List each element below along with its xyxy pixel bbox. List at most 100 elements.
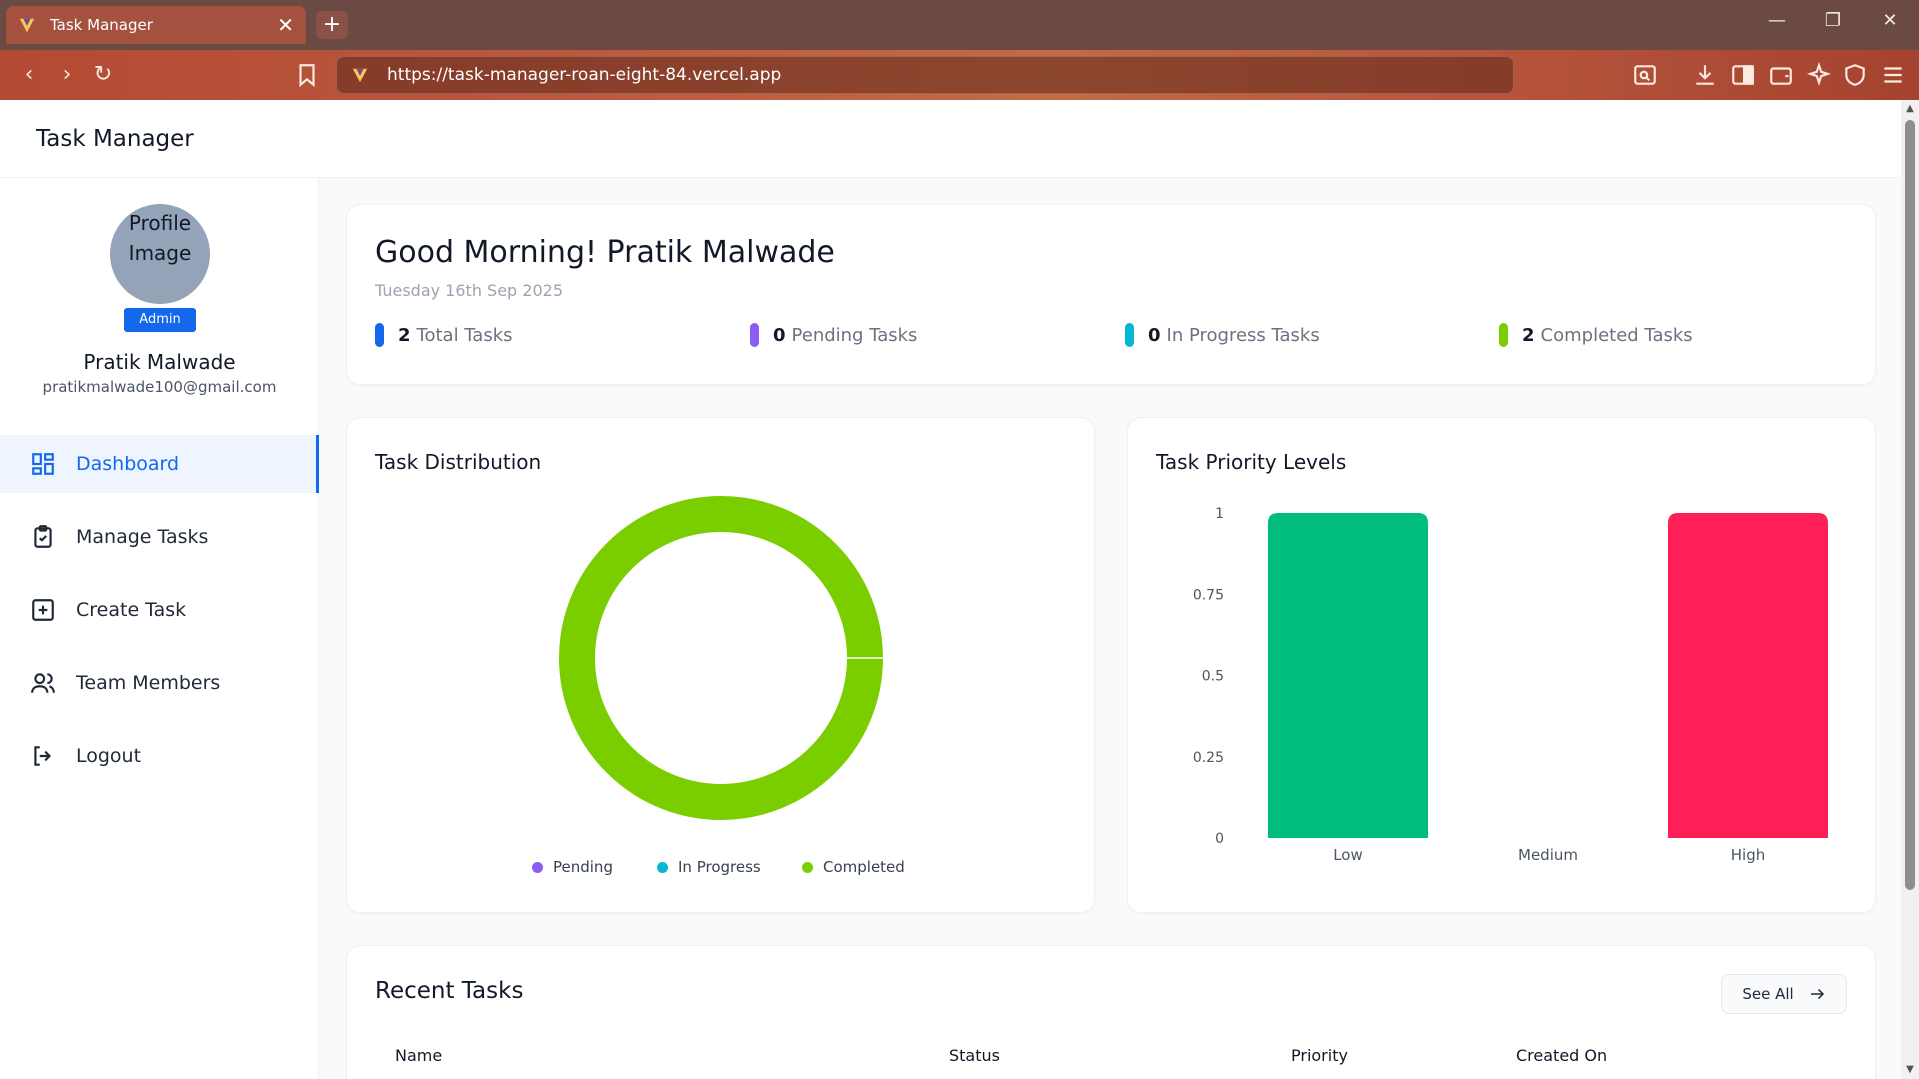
column-header-created-on[interactable]: Created On (1516, 1046, 1607, 1065)
sidebar-item-logout[interactable]: Logout (0, 727, 319, 785)
see-all-button[interactable]: See All (1721, 974, 1847, 1014)
task-priority-bar-chart: 0 0.25 0.5 0.75 1 Low Medium High (1193, 506, 1828, 864)
dashboard-icon (32, 453, 54, 475)
page-scrollbar[interactable]: ▲ ▼ (1901, 100, 1919, 1079)
sidebar-item-label: Dashboard (76, 453, 180, 475)
legend-dot (532, 861, 543, 873)
avatar: Profile Image (110, 204, 210, 304)
stat-color-bar (375, 323, 384, 347)
restore-icon[interactable]: ❐ (1818, 10, 1848, 31)
column-header-status[interactable]: Status (949, 1046, 1000, 1065)
plus-square-icon (32, 599, 54, 621)
ai-sparkle-icon[interactable] (1806, 62, 1832, 88)
sidebar: Profile Image Admin Pratik Malwade prati… (0, 178, 319, 1079)
legend-label: Pending (553, 858, 613, 876)
x-tick-label: High (1731, 846, 1765, 864)
reload-icon[interactable]: ↻ (88, 60, 118, 90)
stat-pending-tasks: 0 Pending Tasks (750, 323, 917, 347)
sidebar-item-label: Logout (76, 745, 142, 767)
sidebar-item-label: Manage Tasks (76, 526, 209, 548)
browser-tab-strip: Task Manager ✕ + — ❐ ✕ (0, 0, 1919, 50)
app-title: Task Manager (36, 125, 194, 152)
address-bar[interactable]: https://task-manager-roan-eight-84.verce… (336, 56, 1514, 94)
see-all-label: See All (1742, 985, 1794, 1003)
browser-tab[interactable]: Task Manager ✕ (6, 6, 306, 44)
sidebar-toggle-icon[interactable] (1730, 62, 1756, 88)
bar-low[interactable] (1268, 513, 1428, 838)
browser-toolbar: ‹ › ↻ https://task-manager-roan-eight-84… (0, 50, 1919, 100)
legend-label: In Progress (678, 858, 761, 876)
legend-dot (657, 861, 668, 873)
stat-color-bar (1125, 323, 1134, 347)
recent-tasks-card: Recent Tasks See All Name Status Priorit… (346, 945, 1876, 1079)
stat-color-bar (750, 323, 759, 347)
stat-label: Completed Tasks (1540, 324, 1693, 346)
scrollbar-thumb[interactable] (1905, 120, 1915, 890)
legend-item-pending: Pending (532, 858, 613, 876)
user-name: Pratik Malwade (83, 350, 236, 374)
stat-label: In Progress Tasks (1166, 324, 1320, 346)
sidebar-item-create-task[interactable]: Create Task (0, 581, 319, 639)
minimize-icon[interactable]: — (1762, 10, 1792, 31)
card-title: Task Priority Levels (1156, 450, 1347, 474)
back-icon[interactable]: ‹ (14, 60, 44, 90)
sidebar-item-dashboard[interactable]: Dashboard (0, 435, 319, 493)
sidebar-item-team-members[interactable]: Team Members (0, 654, 319, 712)
role-badge: Admin (124, 308, 196, 332)
menu-icon[interactable] (1880, 62, 1906, 88)
bar-high[interactable] (1668, 513, 1828, 838)
sidebar-item-manage-tasks[interactable]: Manage Tasks (0, 508, 319, 566)
tab-title: Task Manager (50, 16, 153, 34)
download-icon[interactable] (1692, 62, 1718, 88)
user-email: pratikmalwade100@gmail.com (42, 378, 277, 396)
arrow-right-icon (1810, 988, 1824, 1000)
scroll-down-icon[interactable]: ▼ (1904, 1064, 1916, 1076)
stat-label: Pending Tasks (791, 324, 918, 346)
greeting-card: Good Morning! Pratik Malwade Tuesday 16t… (346, 204, 1876, 385)
scroll-up-icon[interactable]: ▲ (1904, 103, 1916, 115)
greeting-title: Good Morning! Pratik Malwade (375, 235, 835, 270)
users-icon (31, 673, 55, 693)
y-tick-label: 0 (1215, 831, 1224, 847)
app-header: Task Manager (0, 100, 1901, 178)
tab-close-icon[interactable]: ✕ (277, 13, 294, 37)
stat-value: 2 (1522, 324, 1535, 346)
task-priority-card: Task Priority Levels 0 0.25 0.5 0.75 1 Low Med… (1127, 417, 1876, 913)
current-date: Tuesday 16th Sep 2025 (375, 281, 563, 300)
sidebar-item-label: Team Members (76, 672, 221, 694)
column-header-name[interactable]: Name (395, 1046, 442, 1065)
task-distribution-donut-chart (559, 496, 883, 820)
x-tick-label: Medium (1518, 846, 1578, 864)
sidebar-item-label: Create Task (76, 599, 187, 621)
site-favicon-icon (352, 68, 368, 83)
stat-value: 0 (773, 324, 786, 346)
stat-color-bar (1499, 323, 1508, 347)
stat-value: 2 (398, 324, 411, 346)
y-tick-label: 0.75 (1193, 587, 1224, 603)
stat-value: 0 (1148, 324, 1161, 346)
stat-total-tasks: 2 Total Tasks (375, 323, 513, 347)
wallet-icon[interactable] (1768, 62, 1794, 88)
donut-slice-completed[interactable] (559, 496, 883, 820)
y-tick-label: 0.5 (1202, 669, 1224, 685)
search-page-icon[interactable] (1632, 62, 1658, 88)
forward-icon[interactable]: › (52, 60, 82, 90)
column-header-priority[interactable]: Priority (1291, 1046, 1348, 1065)
legend-dot (802, 861, 813, 873)
shield-icon[interactable] (1842, 62, 1868, 88)
vercel-logo-icon (19, 18, 35, 33)
bookmark-icon[interactable] (294, 62, 320, 88)
close-window-icon[interactable]: ✕ (1875, 10, 1905, 31)
task-distribution-card: Task Distribution Pending In Progress Co… (346, 417, 1095, 913)
logout-icon (34, 746, 52, 766)
url-text: https://task-manager-roan-eight-84.verce… (387, 65, 782, 85)
stat-completed-tasks: 2 Completed Tasks (1499, 323, 1693, 347)
legend-label: Completed (823, 858, 905, 876)
card-title: Task Distribution (375, 450, 542, 474)
y-tick-label: 0.25 (1193, 750, 1224, 766)
stat-in-progress-tasks: 0 In Progress Tasks (1125, 323, 1320, 347)
new-tab-button[interactable]: + (316, 11, 348, 39)
recent-tasks-title: Recent Tasks (375, 978, 524, 1004)
stat-label: Total Tasks (416, 324, 513, 346)
x-tick-label: Low (1333, 846, 1363, 864)
